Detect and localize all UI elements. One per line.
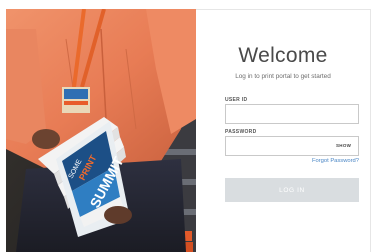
user-id-label: USER ID	[225, 97, 248, 103]
forgot-password-link[interactable]: Forgot Password?	[312, 158, 359, 164]
login-subtitle: Log in to print portal to get started	[235, 73, 331, 80]
top-margin	[0, 0, 371, 9]
login-panel: Welcome Log in to print portal to get st…	[196, 9, 371, 252]
welcome-title: Welcome	[238, 44, 328, 67]
person-holding-booklets-image: SOME PRINT SUMMIT	[6, 9, 196, 252]
password-label: PASSWORD	[225, 129, 257, 135]
user-id-input[interactable]	[225, 104, 359, 124]
show-password-button[interactable]: SHOW	[336, 143, 351, 148]
login-page: SOME PRINT SUMMIT Welcome Log in to prin…	[0, 0, 371, 252]
hero-photo: SOME PRINT SUMMIT	[6, 9, 196, 252]
login-button[interactable]: LOG IN	[225, 178, 359, 202]
